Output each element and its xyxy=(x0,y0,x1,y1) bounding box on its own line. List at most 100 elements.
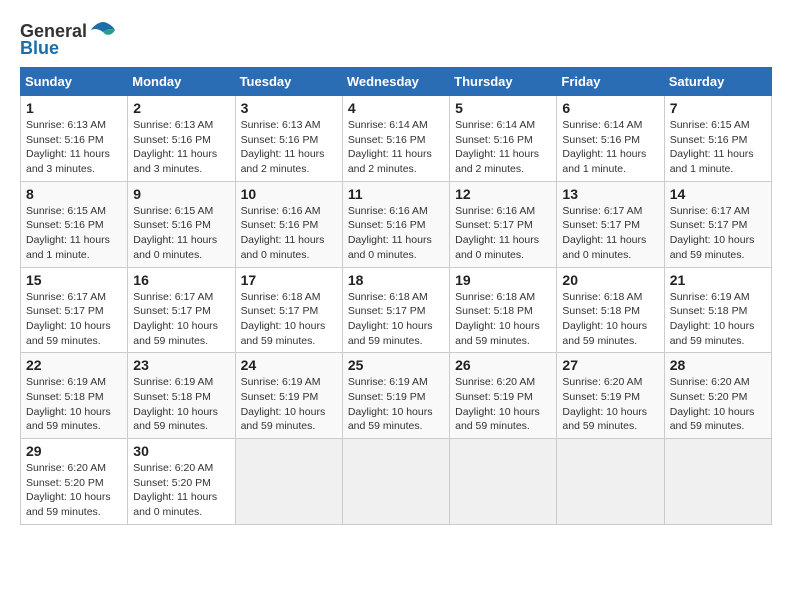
day-number: 2 xyxy=(133,100,229,116)
day-info: Sunrise: 6:17 AM Sunset: 5:17 PM Dayligh… xyxy=(26,290,122,349)
calendar-table: SundayMondayTuesdayWednesdayThursdayFrid… xyxy=(20,67,772,525)
calendar-week-row: 8 Sunrise: 6:15 AM Sunset: 5:16 PM Daylig… xyxy=(21,181,772,267)
day-info: Sunrise: 6:18 AM Sunset: 5:17 PM Dayligh… xyxy=(241,290,337,349)
calendar-cell: 22Sunrise: 6:19 AM Sunset: 5:18 PM Dayli… xyxy=(21,353,128,439)
day-info: Sunrise: 6:15 AM Sunset: 5:16 PM Dayligh… xyxy=(26,204,122,263)
day-number: 12 xyxy=(455,186,551,202)
day-info: Sunrise: 6:20 AM Sunset: 5:20 PM Dayligh… xyxy=(133,461,229,520)
day-info: Sunrise: 6:18 AM Sunset: 5:17 PM Dayligh… xyxy=(348,290,444,349)
calendar-cell: 12 Sunrise: 6:16 AM Sunset: 5:17 PM Dayli… xyxy=(450,181,557,267)
calendar-cell: 29 Sunrise: 6:20 AM Sunset: 5:20 PM Dayli… xyxy=(21,439,128,525)
day-info: Sunrise: 6:17 AM Sunset: 5:17 PM Dayligh… xyxy=(670,204,766,263)
calendar-cell: 10Sunrise: 6:16 AM Sunset: 5:16 PM Dayli… xyxy=(235,181,342,267)
calendar-cell: 8 Sunrise: 6:15 AM Sunset: 5:16 PM Daylig… xyxy=(21,181,128,267)
day-number: 25 xyxy=(348,357,444,373)
calendar-cell: 2 Sunrise: 6:13 AM Sunset: 5:16 PM Daylig… xyxy=(128,96,235,182)
day-number: 22 xyxy=(26,357,122,373)
day-info: Sunrise: 6:14 AM Sunset: 5:16 PM Dayligh… xyxy=(562,118,658,177)
day-info: Sunrise: 6:18 AM Sunset: 5:18 PM Dayligh… xyxy=(455,290,551,349)
calendar-cell: 3Sunrise: 6:13 AM Sunset: 5:16 PM Daylig… xyxy=(235,96,342,182)
calendar-cell: 28 Sunrise: 6:20 AM Sunset: 5:20 PM Dayli… xyxy=(664,353,771,439)
day-info: Sunrise: 6:16 AM Sunset: 5:16 PM Dayligh… xyxy=(348,204,444,263)
page-header: General Blue xyxy=(20,20,772,59)
day-info: Sunrise: 6:19 AM Sunset: 5:19 PM Dayligh… xyxy=(241,375,337,434)
calendar-week-row: 15 Sunrise: 6:17 AM Sunset: 5:17 PM Dayli… xyxy=(21,267,772,353)
day-info: Sunrise: 6:14 AM Sunset: 5:16 PM Dayligh… xyxy=(455,118,551,177)
calendar-cell: 26 Sunrise: 6:20 AM Sunset: 5:19 PM Dayli… xyxy=(450,353,557,439)
day-number: 9 xyxy=(133,186,229,202)
col-header-wednesday: Wednesday xyxy=(342,68,449,96)
day-number: 11 xyxy=(348,186,444,202)
day-info: Sunrise: 6:13 AM Sunset: 5:16 PM Dayligh… xyxy=(133,118,229,177)
col-header-monday: Monday xyxy=(128,68,235,96)
calendar-cell: 1 Sunrise: 6:13 AM Sunset: 5:16 PM Daylig… xyxy=(21,96,128,182)
col-header-sunday: Sunday xyxy=(21,68,128,96)
calendar-cell: 6 Sunrise: 6:14 AM Sunset: 5:16 PM Daylig… xyxy=(557,96,664,182)
logo-bird-icon xyxy=(89,20,117,42)
day-number: 7 xyxy=(670,100,766,116)
day-number: 26 xyxy=(455,357,551,373)
calendar-cell: 23Sunrise: 6:19 AM Sunset: 5:18 PM Dayli… xyxy=(128,353,235,439)
day-info: Sunrise: 6:19 AM Sunset: 5:18 PM Dayligh… xyxy=(670,290,766,349)
day-number: 27 xyxy=(562,357,658,373)
day-info: Sunrise: 6:18 AM Sunset: 5:18 PM Dayligh… xyxy=(562,290,658,349)
calendar-cell: 14 Sunrise: 6:17 AM Sunset: 5:17 PM Dayli… xyxy=(664,181,771,267)
calendar-cell: 30 Sunrise: 6:20 AM Sunset: 5:20 PM Dayli… xyxy=(128,439,235,525)
calendar-cell: 18 Sunrise: 6:18 AM Sunset: 5:17 PM Dayli… xyxy=(342,267,449,353)
calendar-week-row: 22Sunrise: 6:19 AM Sunset: 5:18 PM Dayli… xyxy=(21,353,772,439)
day-number: 13 xyxy=(562,186,658,202)
calendar-cell: 13Sunrise: 6:17 AM Sunset: 5:17 PM Dayli… xyxy=(557,181,664,267)
col-header-tuesday: Tuesday xyxy=(235,68,342,96)
calendar-cell: 4 Sunrise: 6:14 AM Sunset: 5:16 PM Daylig… xyxy=(342,96,449,182)
calendar-cell xyxy=(664,439,771,525)
day-info: Sunrise: 6:19 AM Sunset: 5:19 PM Dayligh… xyxy=(348,375,444,434)
calendar-cell: 15 Sunrise: 6:17 AM Sunset: 5:17 PM Dayli… xyxy=(21,267,128,353)
day-number: 29 xyxy=(26,443,122,459)
calendar-cell: 25 Sunrise: 6:19 AM Sunset: 5:19 PM Dayli… xyxy=(342,353,449,439)
calendar-week-row: 1 Sunrise: 6:13 AM Sunset: 5:16 PM Daylig… xyxy=(21,96,772,182)
day-info: Sunrise: 6:20 AM Sunset: 5:19 PM Dayligh… xyxy=(562,375,658,434)
day-info: Sunrise: 6:16 AM Sunset: 5:17 PM Dayligh… xyxy=(455,204,551,263)
col-header-friday: Friday xyxy=(557,68,664,96)
calendar-cell xyxy=(450,439,557,525)
day-number: 20 xyxy=(562,272,658,288)
day-number: 5 xyxy=(455,100,551,116)
day-number: 30 xyxy=(133,443,229,459)
calendar-cell: 19Sunrise: 6:18 AM Sunset: 5:18 PM Dayli… xyxy=(450,267,557,353)
day-number: 1 xyxy=(26,100,122,116)
calendar-cell: 16Sunrise: 6:17 AM Sunset: 5:17 PM Dayli… xyxy=(128,267,235,353)
day-info: Sunrise: 6:14 AM Sunset: 5:16 PM Dayligh… xyxy=(348,118,444,177)
day-number: 17 xyxy=(241,272,337,288)
calendar-cell xyxy=(342,439,449,525)
calendar-week-row: 29 Sunrise: 6:20 AM Sunset: 5:20 PM Dayli… xyxy=(21,439,772,525)
calendar-cell: 7 Sunrise: 6:15 AM Sunset: 5:16 PM Daylig… xyxy=(664,96,771,182)
col-header-thursday: Thursday xyxy=(450,68,557,96)
calendar-cell: 11 Sunrise: 6:16 AM Sunset: 5:16 PM Dayli… xyxy=(342,181,449,267)
day-info: Sunrise: 6:20 AM Sunset: 5:20 PM Dayligh… xyxy=(26,461,122,520)
day-number: 4 xyxy=(348,100,444,116)
calendar-cell xyxy=(235,439,342,525)
day-info: Sunrise: 6:15 AM Sunset: 5:16 PM Dayligh… xyxy=(670,118,766,177)
day-number: 10 xyxy=(241,186,337,202)
day-number: 24 xyxy=(241,357,337,373)
day-number: 15 xyxy=(26,272,122,288)
logo-blue-text: Blue xyxy=(20,38,59,59)
day-number: 21 xyxy=(670,272,766,288)
calendar-cell: 21 Sunrise: 6:19 AM Sunset: 5:18 PM Dayli… xyxy=(664,267,771,353)
day-number: 23 xyxy=(133,357,229,373)
calendar-cell: 17 Sunrise: 6:18 AM Sunset: 5:17 PM Dayli… xyxy=(235,267,342,353)
day-number: 18 xyxy=(348,272,444,288)
calendar-cell: 24 Sunrise: 6:19 AM Sunset: 5:19 PM Dayli… xyxy=(235,353,342,439)
calendar-header-row: SundayMondayTuesdayWednesdayThursdayFrid… xyxy=(21,68,772,96)
calendar-cell: 20 Sunrise: 6:18 AM Sunset: 5:18 PM Dayli… xyxy=(557,267,664,353)
calendar-cell: 27 Sunrise: 6:20 AM Sunset: 5:19 PM Dayli… xyxy=(557,353,664,439)
day-number: 6 xyxy=(562,100,658,116)
day-info: Sunrise: 6:20 AM Sunset: 5:20 PM Dayligh… xyxy=(670,375,766,434)
day-info: Sunrise: 6:13 AM Sunset: 5:16 PM Dayligh… xyxy=(26,118,122,177)
day-info: Sunrise: 6:13 AM Sunset: 5:16 PM Dayligh… xyxy=(241,118,337,177)
day-number: 8 xyxy=(26,186,122,202)
day-info: Sunrise: 6:20 AM Sunset: 5:19 PM Dayligh… xyxy=(455,375,551,434)
day-number: 14 xyxy=(670,186,766,202)
day-info: Sunrise: 6:17 AM Sunset: 5:17 PM Dayligh… xyxy=(133,290,229,349)
day-number: 28 xyxy=(670,357,766,373)
